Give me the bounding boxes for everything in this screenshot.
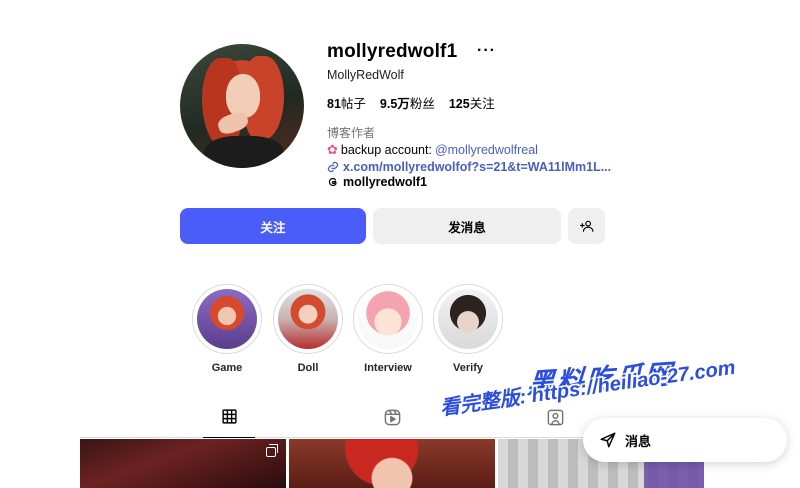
tab-tagged[interactable]	[529, 408, 581, 438]
carousel-icon	[266, 444, 278, 457]
bio-mention-link[interactable]: @mollyredwolfreal	[435, 143, 538, 157]
highlight-verify[interactable]: Verify	[433, 284, 503, 374]
flower-emoji-icon: ✿	[327, 142, 338, 157]
post-thumbnail[interactable]	[80, 439, 286, 488]
highlight-doll[interactable]: Doll	[273, 284, 343, 374]
highlight-cover	[197, 289, 257, 349]
threads-icon	[328, 177, 337, 187]
follow-button[interactable]: 关注	[180, 208, 366, 244]
grid-icon	[221, 409, 237, 424]
messenger-icon	[600, 432, 616, 448]
stat-following[interactable]: 125关注	[449, 93, 495, 112]
highlight-cover	[438, 289, 498, 349]
bio-text: backup account:	[340, 143, 432, 157]
profile-full-name: MollyRedWolf	[327, 68, 404, 82]
profile-external-link[interactable]: x.com/mollyredwolfof?s=21&t=WA11lMm1L...	[327, 160, 611, 174]
post-thumbnail[interactable]	[289, 439, 495, 488]
stat-posts[interactable]: 81帖子	[327, 93, 366, 112]
highlight-cover	[278, 289, 338, 349]
message-button[interactable]: 发消息	[373, 208, 561, 244]
profile-category: 博客作者	[327, 126, 376, 140]
highlight-label: Interview	[364, 362, 412, 374]
profile-avatar[interactable]	[180, 44, 304, 168]
highlight-interview[interactable]: Interview	[353, 284, 423, 374]
highlight-game[interactable]: Game	[192, 284, 262, 374]
suggest-users-button[interactable]	[568, 208, 605, 244]
highlight-label: Doll	[297, 362, 319, 374]
messages-button[interactable]: 消息	[583, 418, 787, 462]
add-user-icon	[579, 220, 593, 232]
tab-reels[interactable]	[366, 408, 418, 438]
stat-followers[interactable]: 9.5万粉丝	[380, 93, 435, 112]
highlight-cover	[358, 289, 418, 349]
profile-bio: ✿ backup account: @mollyredwolfreal	[327, 142, 538, 158]
profile-username: mollyredwolf1	[327, 41, 458, 62]
profile-stats: 81帖子 9.5万粉丝 125关注	[327, 93, 495, 112]
reels-icon	[384, 409, 400, 426]
more-options-icon[interactable]: ···	[477, 42, 496, 60]
tab-posts[interactable]	[203, 408, 255, 438]
threads-handle[interactable]: mollyredwolf1	[343, 175, 427, 189]
messages-label: 消息	[625, 433, 652, 449]
highlight-label: Game	[211, 362, 243, 374]
threads-link[interactable]: mollyredwolf1	[327, 175, 427, 189]
highlight-label: Verify	[453, 362, 483, 374]
link-icon	[327, 161, 339, 173]
external-link-text[interactable]: x.com/mollyredwolfof?s=21&t=WA11lMm1L...	[343, 160, 611, 174]
tagged-icon	[547, 409, 563, 426]
